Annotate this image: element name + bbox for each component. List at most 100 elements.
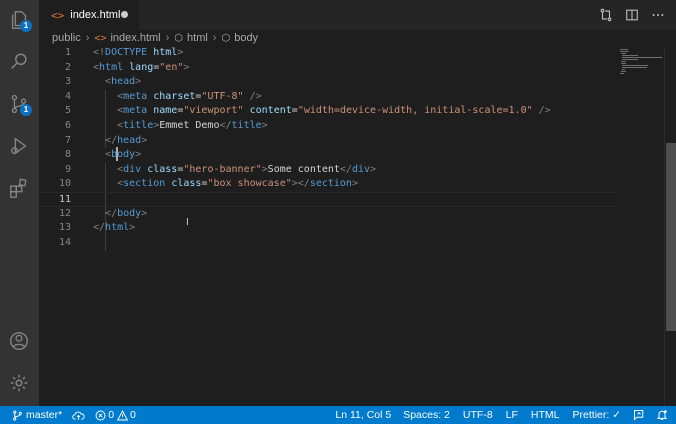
split-editor-icon[interactable] bbox=[624, 7, 640, 23]
code-token: title bbox=[123, 120, 154, 131]
minimap-line bbox=[621, 63, 626, 64]
warning-icon bbox=[117, 409, 129, 420]
activity-bar: 1 1 bbox=[0, 0, 39, 406]
line-number: 3 bbox=[64, 76, 71, 88]
cursor-position[interactable]: Ln 11, Col 5 bbox=[335, 406, 391, 424]
line-number: 13 bbox=[58, 222, 71, 234]
line-number: 7 bbox=[64, 134, 71, 146]
unsaved-dot-icon[interactable] bbox=[121, 11, 128, 18]
code-line[interactable]: 12 </body> bbox=[39, 207, 617, 222]
code-token: </ bbox=[105, 207, 118, 219]
code-token: html bbox=[105, 222, 130, 234]
code-editor[interactable]: 1 <!DOCTYPE html> 2 <html lang="en"> 3 <head… bbox=[39, 46, 664, 406]
code-token: class bbox=[171, 178, 202, 190]
code-token: > bbox=[177, 47, 184, 58]
code-token: "box showcase" bbox=[207, 178, 292, 190]
code-line[interactable]: 13 </html> bbox=[39, 221, 617, 236]
code-token: DOCTYPE bbox=[105, 47, 148, 58]
minimap-line bbox=[621, 71, 627, 72]
breadcrumb: public › <> index.html › ⬡ html › ⬡ body bbox=[39, 30, 676, 46]
code-line[interactable]: 3 <head> bbox=[39, 75, 617, 90]
code-text bbox=[93, 193, 117, 208]
notifications-bell-icon[interactable] bbox=[656, 406, 668, 424]
minimap-line bbox=[620, 73, 624, 74]
scrollbar-thumb[interactable] bbox=[666, 143, 676, 331]
code-token: title bbox=[231, 120, 262, 131]
ibeam-cursor-icon: I bbox=[186, 217, 189, 228]
minimap[interactable] bbox=[617, 46, 664, 406]
code-line[interactable]: 1 <!DOCTYPE html> bbox=[39, 46, 617, 61]
minimap-line bbox=[622, 67, 647, 68]
breadcrumb-item-body[interactable]: body bbox=[234, 32, 258, 44]
code-line[interactable]: 10 <section class="box showcase"></secti… bbox=[39, 177, 617, 192]
eol-status[interactable]: LF bbox=[506, 406, 518, 424]
breadcrumb-item-file[interactable]: index.html bbox=[110, 32, 160, 44]
prettier-status[interactable]: Prettier: ✓ bbox=[573, 406, 621, 424]
account-icon[interactable] bbox=[6, 328, 32, 354]
code-token: name bbox=[153, 105, 178, 117]
code-line[interactable]: 7 </head> bbox=[39, 134, 617, 149]
code-token: </ bbox=[339, 163, 352, 175]
code-line[interactable]: 8 <body> bbox=[39, 148, 617, 163]
code-line[interactable]: 6 <title>Emmet Demo</title> bbox=[39, 119, 617, 134]
line-number: 6 bbox=[64, 120, 71, 131]
code-token: html bbox=[99, 61, 124, 73]
tab-index-html[interactable]: <> index.html bbox=[39, 0, 139, 30]
code-token: > bbox=[183, 61, 190, 73]
code-token: > bbox=[141, 134, 148, 146]
branch-status[interactable]: master* bbox=[12, 406, 62, 424]
code-token: body bbox=[117, 207, 142, 219]
breadcrumb-item-public[interactable]: public bbox=[52, 32, 81, 44]
code-line[interactable]: 9 <div class="hero-banner">Some content<… bbox=[39, 163, 617, 178]
code-token: ></ bbox=[291, 178, 310, 190]
run-debug-icon[interactable] bbox=[6, 133, 32, 159]
status-bar: master* 0 0 Ln 11, Col 5 Spaces: 2 UTF-8… bbox=[0, 406, 676, 424]
code-line[interactable]: 14 bbox=[39, 236, 617, 251]
code-line[interactable]: 2 <html lang="en"> bbox=[39, 61, 617, 76]
error-count: 0 bbox=[108, 409, 115, 421]
code-text: <html lang="en"> bbox=[93, 61, 189, 76]
encoding-status[interactable]: UTF-8 bbox=[463, 406, 493, 424]
symbol-element-icon: ⬡ bbox=[221, 32, 231, 44]
code-token: class bbox=[147, 163, 178, 175]
minimap-line bbox=[620, 49, 629, 50]
vertical-scrollbar[interactable] bbox=[664, 46, 676, 406]
line-number: 11 bbox=[58, 194, 71, 205]
problems-status[interactable]: 0 0 bbox=[95, 406, 136, 424]
sync-status[interactable] bbox=[72, 406, 85, 424]
minimap-line bbox=[622, 69, 625, 70]
language-mode[interactable]: HTML bbox=[531, 406, 560, 424]
code-token: "en" bbox=[159, 61, 184, 73]
editor-actions bbox=[598, 7, 666, 23]
feedback-icon[interactable] bbox=[633, 406, 645, 424]
indentation-status[interactable]: Spaces: 2 bbox=[403, 406, 450, 424]
minimap-line bbox=[620, 51, 629, 52]
code-token: section bbox=[309, 178, 352, 190]
code-text: </head> bbox=[93, 134, 147, 149]
more-actions-icon[interactable] bbox=[650, 7, 666, 23]
code-line[interactable]: 5 <meta name="viewport" content="width=d… bbox=[39, 104, 617, 119]
code-token: /> bbox=[249, 90, 262, 102]
gear-icon[interactable] bbox=[6, 370, 32, 396]
minimap-line bbox=[622, 57, 663, 58]
code-token: charset bbox=[153, 90, 196, 102]
line-number: 2 bbox=[64, 61, 71, 73]
open-changes-icon[interactable] bbox=[598, 7, 614, 23]
code-token: "UTF-8" bbox=[201, 90, 244, 102]
extensions-icon[interactable] bbox=[6, 175, 32, 201]
breadcrumb-item-html[interactable]: html bbox=[187, 32, 208, 44]
code-line[interactable]: 11 bbox=[39, 192, 617, 207]
line-number: 12 bbox=[58, 207, 71, 219]
git-branch-icon bbox=[13, 409, 22, 421]
code-token: > bbox=[370, 163, 377, 175]
code-text: <section class="box showcase"></section> bbox=[93, 177, 358, 192]
tab-label: index.html bbox=[70, 9, 121, 21]
search-icon[interactable] bbox=[6, 49, 32, 75]
code-text: <meta charset="UTF-8" /> bbox=[93, 90, 262, 105]
code-line[interactable]: 4 <meta charset="UTF-8" /> bbox=[39, 90, 617, 105]
